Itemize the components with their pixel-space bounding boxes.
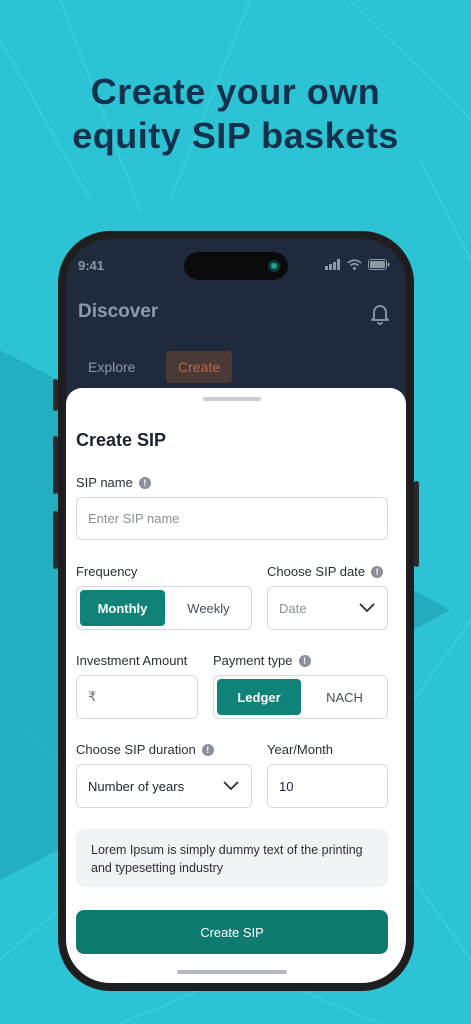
home-indicator[interactable] bbox=[177, 970, 287, 974]
phone-volume-down-button bbox=[53, 511, 58, 569]
camera-icon bbox=[268, 260, 280, 272]
sip-date-select[interactable]: Date bbox=[267, 586, 388, 630]
duration-label: Choose SIP duration ! bbox=[76, 742, 214, 757]
app-title: Discover bbox=[78, 301, 159, 322]
investment-amount-input[interactable]: ₹ bbox=[76, 675, 198, 719]
phone-power-button bbox=[414, 481, 419, 567]
info-icon[interactable]: ! bbox=[138, 476, 151, 489]
sip-date-placeholder: Date bbox=[279, 600, 307, 616]
sip-name-label: SIP name ! bbox=[76, 475, 151, 490]
sip-name-label-text: SIP name bbox=[76, 475, 133, 490]
tab-create[interactable]: Create bbox=[166, 351, 233, 383]
create-sip-sheet: Create SIP SIP name ! Enter SIP name Fre… bbox=[66, 388, 406, 983]
sheet-title: Create SIP bbox=[76, 430, 167, 450]
headline-line-1: Create your own bbox=[90, 71, 381, 112]
payment-type-label-text: Payment type bbox=[213, 653, 293, 668]
bell-icon[interactable] bbox=[368, 301, 392, 325]
frequency-monthly-option[interactable]: Monthly bbox=[80, 590, 165, 626]
frequency-label: Frequency bbox=[76, 564, 137, 579]
headline-line-2: equity SIP baskets bbox=[72, 115, 399, 156]
investment-label: Investment Amount bbox=[76, 653, 187, 668]
investment-label-text: Investment Amount bbox=[76, 653, 188, 668]
phone-screen: 9:41 Discover Explore Create Create SIP … bbox=[66, 239, 406, 983]
chevron-down-icon bbox=[223, 781, 239, 791]
signal-icon bbox=[325, 259, 340, 270]
tab-explore[interactable]: Explore bbox=[76, 351, 147, 383]
payment-type-label: Payment type ! bbox=[213, 653, 311, 668]
payment-type-toggle: Ledger NACH bbox=[213, 675, 388, 719]
frequency-weekly-option[interactable]: Weekly bbox=[167, 590, 250, 626]
sheet-grabber[interactable] bbox=[203, 397, 261, 401]
sip-name-placeholder: Enter SIP name bbox=[88, 511, 180, 526]
phone-mute-button bbox=[53, 379, 58, 411]
wifi-icon bbox=[347, 259, 362, 270]
duration-label-text: Choose SIP duration bbox=[76, 742, 196, 757]
duration-value: Number of years bbox=[88, 778, 185, 794]
sip-date-label-text: Choose SIP date bbox=[267, 564, 366, 579]
headline: Create your own equity SIP baskets bbox=[0, 70, 471, 158]
battery-icon bbox=[368, 259, 390, 270]
frequency-label-text: Frequency bbox=[76, 564, 138, 579]
info-icon[interactable]: ! bbox=[371, 565, 384, 578]
year-month-input[interactable]: 10 bbox=[267, 764, 388, 808]
sip-name-input[interactable]: Enter SIP name bbox=[76, 497, 388, 540]
year-month-value: 10 bbox=[279, 778, 294, 794]
payment-ledger-option[interactable]: Ledger bbox=[217, 679, 301, 715]
info-icon[interactable]: ! bbox=[298, 654, 311, 667]
status-icons bbox=[325, 259, 390, 270]
sip-date-label: Choose SIP date ! bbox=[267, 564, 384, 579]
phone-frame: 9:41 Discover Explore Create Create SIP … bbox=[53, 231, 419, 991]
status-time: 9:41 bbox=[78, 258, 105, 273]
info-icon[interactable]: ! bbox=[201, 743, 214, 756]
rupee-icon: ₹ bbox=[88, 689, 97, 704]
phone-volume-up-button bbox=[53, 436, 58, 494]
info-note: Lorem Ipsum is simply dummy text of the … bbox=[76, 829, 388, 887]
dynamic-island bbox=[184, 252, 288, 280]
frequency-toggle: Monthly Weekly bbox=[76, 586, 252, 630]
year-month-label: Year/Month bbox=[267, 742, 333, 757]
year-month-label-text: Year/Month bbox=[267, 742, 334, 757]
payment-nach-option[interactable]: NACH bbox=[303, 679, 386, 715]
chevron-down-icon bbox=[359, 603, 375, 613]
create-sip-button[interactable]: Create SIP bbox=[76, 910, 388, 954]
duration-select[interactable]: Number of years bbox=[76, 764, 252, 808]
